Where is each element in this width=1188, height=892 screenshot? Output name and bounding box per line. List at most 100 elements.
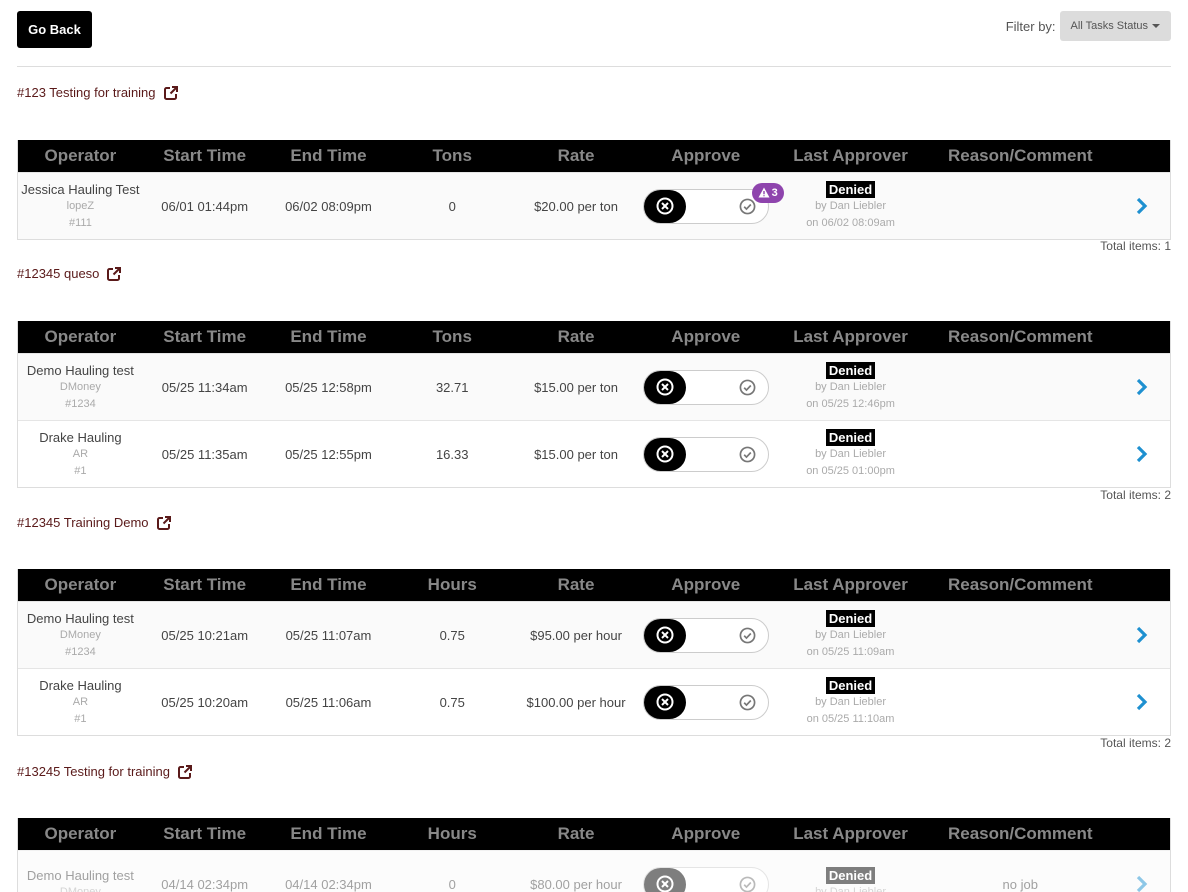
col-last-approver[interactable]: Last Approver [774,140,928,172]
section-title-link[interactable]: #12345 queso [17,266,122,281]
status-badge: Denied [825,676,876,694]
chevron-right-icon[interactable] [1135,693,1149,711]
row-action-cell [1113,669,1170,735]
operator-name: Demo Hauling test [26,868,134,883]
reason-cell [927,602,1113,668]
last-approver-cell: Denied by Dan Liebler on 05/25 11:10am [774,669,928,735]
row-action-cell [1113,851,1170,892]
col-operator[interactable]: Operator [18,569,143,601]
chevron-right-icon[interactable] [1135,875,1149,892]
total-items: Total items: 2 [1100,488,1171,502]
row-action-cell [1113,173,1170,239]
section-title-link[interactable]: #13245 Testing for training [17,764,192,779]
col-operator[interactable]: Operator [18,321,143,353]
col-approve[interactable]: Approve [638,321,774,353]
status-badge: Denied [825,361,876,379]
section-title: #12345 queso [17,266,100,281]
status-badge: Denied [825,180,876,198]
status-badge: Denied [825,609,876,627]
col-end-time[interactable]: End Time [267,321,391,353]
col-quantity[interactable]: Hours [390,569,514,601]
col-rate[interactable]: Rate [514,818,638,850]
status-filter-dropdown[interactable]: All Tasks Status [1059,11,1171,41]
col-start-time[interactable]: Start Time [143,818,267,850]
operator-username: DMoney [59,380,101,393]
deny-x-icon [643,867,686,892]
operator-cell: Demo Hauling test DMoney #1234 [18,602,143,668]
end-time-cell: 05/25 12:58pm [285,379,372,395]
external-link-icon [163,85,178,100]
approve-check-icon [739,446,756,462]
col-rate[interactable]: Rate [514,140,638,172]
col-approve[interactable]: Approve [638,569,774,601]
col-reason[interactable]: Reason/Comment [927,321,1113,353]
col-actions [1113,818,1170,850]
col-end-time[interactable]: End Time [267,140,391,172]
col-end-time[interactable]: End Time [267,569,391,601]
approve-cell [638,851,774,892]
col-quantity[interactable]: Tons [390,321,514,353]
col-operator[interactable]: Operator [18,818,143,850]
col-end-time[interactable]: End Time [267,818,391,850]
approval-time: on 05/25 11:10am [806,712,895,725]
col-last-approver[interactable]: Last Approver [774,569,928,601]
top-bar: Go Back Filter by: All Tasks Status [17,11,1171,48]
col-actions [1113,140,1170,172]
go-back-button[interactable]: Go Back [17,11,92,48]
reason-cell [927,354,1113,420]
col-rate[interactable]: Rate [514,321,638,353]
col-actions [1113,321,1170,353]
approve-toggle[interactable] [642,436,769,472]
approval-time: on 05/25 11:09am [806,645,895,658]
chevron-right-icon[interactable] [1135,626,1149,644]
col-approve[interactable]: Approve [638,818,774,850]
quantity-cell: 32.71 [435,379,469,395]
warning-badge[interactable]: 3 [751,182,784,203]
table-row: Jessica Hauling Test lopeZ #111 06/01 01… [18,172,1170,239]
last-approver-cell: Denied by Dan Liebler on 05/25 12:46pm [774,354,928,420]
chevron-right-icon[interactable] [1135,445,1149,463]
col-start-time[interactable]: Start Time [143,569,267,601]
approve-toggle[interactable] [642,617,769,653]
approve-toggle[interactable]: 3 [642,182,784,224]
chevron-right-icon[interactable] [1135,378,1149,396]
reason-cell: no job [1002,876,1038,892]
operator-username: DMoney [59,886,101,892]
col-reason[interactable]: Reason/Comment [927,818,1113,850]
section-title-link[interactable]: #123 Testing for training [17,85,178,100]
filter-control: Filter by: All Tasks Status [1006,11,1171,41]
rate-cell: $95.00 per hour [530,627,622,643]
approve-toggle[interactable] [642,866,769,892]
col-quantity[interactable]: Hours [390,818,514,850]
col-reason[interactable]: Reason/Comment [927,569,1113,601]
end-time-cell: 04/14 02:34pm [285,876,372,892]
reason-cell [927,669,1113,735]
quantity-cell: 0 [448,198,456,214]
col-last-approver[interactable]: Last Approver [774,321,928,353]
warning-count: 3 [771,186,778,199]
approver-name: by Dan Liebler [815,199,886,212]
table-row: Demo Hauling test DMoney #1234 05/25 11:… [18,353,1170,420]
col-reason[interactable]: Reason/Comment [927,140,1113,172]
table-header: Operator Start Time End Time Tons Rate A… [18,321,1170,353]
deny-x-icon [643,685,686,719]
col-quantity[interactable]: Tons [390,140,514,172]
col-actions [1113,569,1170,601]
approve-check-icon [739,379,756,395]
operator-truck-number: #1234 [65,397,96,410]
approve-toggle[interactable] [642,684,769,720]
col-rate[interactable]: Rate [514,569,638,601]
col-start-time[interactable]: Start Time [143,140,267,172]
approve-cell [638,354,774,420]
chevron-right-icon[interactable] [1135,197,1149,215]
operator-truck-number: #111 [68,216,92,229]
approve-toggle[interactable] [642,369,769,405]
section-title-link[interactable]: #12345 Training Demo [17,515,171,530]
col-operator[interactable]: Operator [18,140,143,172]
rate-cell: $100.00 per hour [526,694,626,710]
rate-cell: $20.00 per ton [534,198,618,214]
col-approve[interactable]: Approve [638,140,774,172]
col-start-time[interactable]: Start Time [143,321,267,353]
col-last-approver[interactable]: Last Approver [774,818,928,850]
approval-time: on 06/02 08:09am [806,216,895,229]
